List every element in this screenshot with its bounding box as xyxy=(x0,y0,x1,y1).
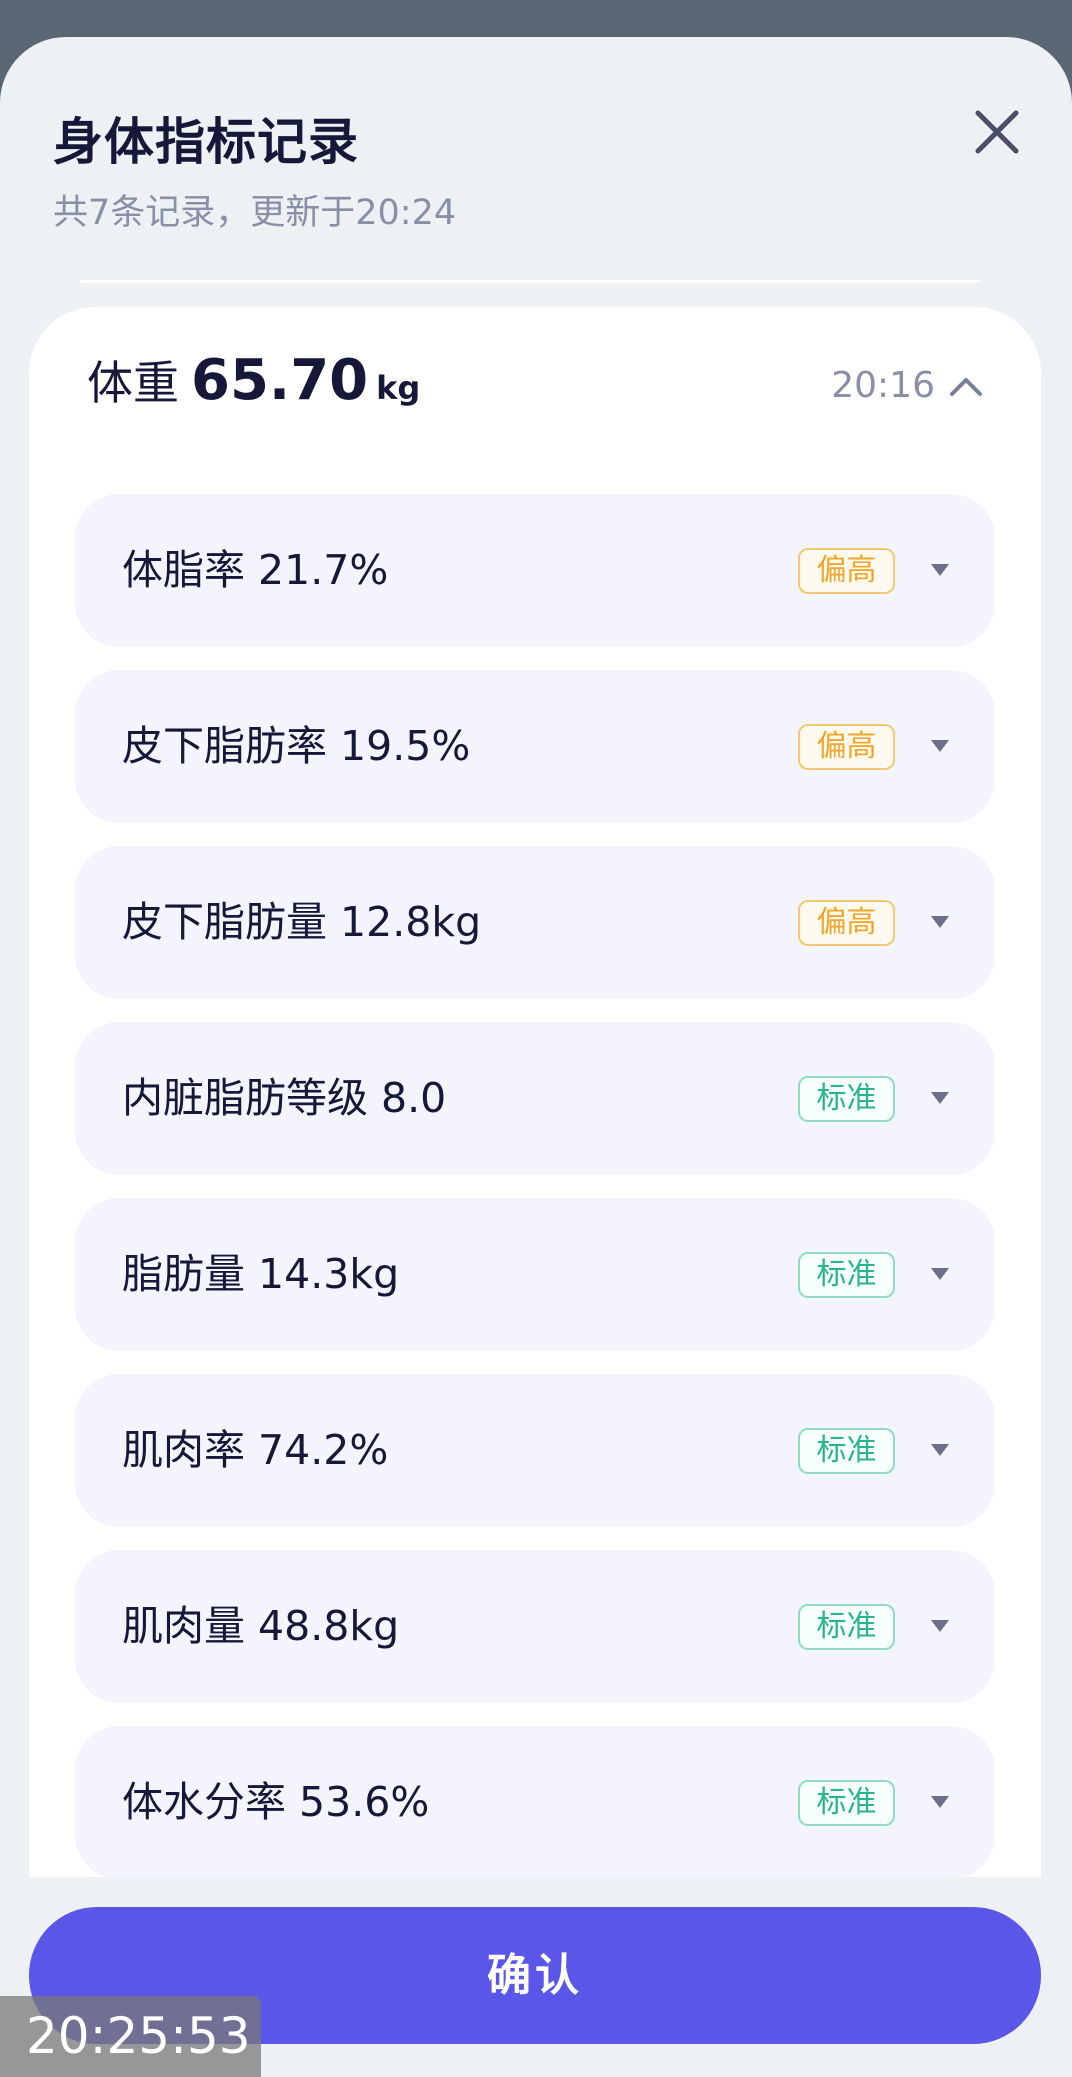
caret-down-icon xyxy=(931,1620,949,1632)
metric-label: 体水分率 53.6% xyxy=(122,1778,430,1826)
status-badge: 标准 xyxy=(798,1780,895,1826)
metric-row[interactable]: 皮下脂肪率 19.5% 偏高 xyxy=(75,670,995,823)
weight-summary: 体重 65.70 kg xyxy=(87,347,420,417)
record-time-toggle[interactable]: 20:16 xyxy=(831,365,983,406)
status-badge: 标准 xyxy=(798,1252,895,1298)
caret-down-icon xyxy=(931,916,949,928)
status-badge: 偏高 xyxy=(798,724,895,770)
weight-label: 体重 xyxy=(87,356,179,410)
status-badge: 偏高 xyxy=(798,548,895,594)
metric-label: 体脂率 21.7% xyxy=(122,546,389,594)
status-badge: 标准 xyxy=(798,1604,895,1650)
caret-down-icon xyxy=(931,1444,949,1456)
status-badge: 偏高 xyxy=(798,900,895,946)
caret-down-icon xyxy=(931,564,949,576)
metric-label: 肌肉量 48.8kg xyxy=(122,1602,400,1650)
weight-unit: kg xyxy=(376,369,421,407)
metric-label: 皮下脂肪率 19.5% xyxy=(122,722,471,770)
record-card: 体重 65.70 kg 20:16 体脂率 21.7% 偏高 皮下脂肪率 19.5%… xyxy=(29,307,1041,1877)
caret-down-icon xyxy=(931,1268,949,1280)
chevron-up-icon xyxy=(950,377,982,396)
metric-row[interactable]: 肌肉量 48.8kg 标准 xyxy=(75,1550,995,1703)
metric-label: 皮下脂肪量 12.8kg xyxy=(122,898,482,946)
bottom-sheet: 身体指标记录 共7条记录，更新于20:24 体重 65.70 kg 20:16 … xyxy=(0,37,1072,2077)
divider xyxy=(80,280,980,283)
sheet-subtitle: 共7条记录，更新于20:24 xyxy=(53,193,457,233)
metric-label: 内脏脂肪等级 8.0 xyxy=(122,1074,447,1122)
sheet-title: 身体指标记录 xyxy=(53,113,359,171)
metric-row[interactable]: 肌肉率 74.2% 标准 xyxy=(75,1374,995,1527)
status-badge: 标准 xyxy=(798,1076,895,1122)
metric-row[interactable]: 体水分率 53.6% 标准 xyxy=(75,1726,995,1877)
metric-row[interactable]: 皮下脂肪量 12.8kg 偏高 xyxy=(75,846,995,999)
clock-overlay: 20:25:53 xyxy=(0,1996,261,2077)
record-time: 20:16 xyxy=(831,365,935,406)
metric-row[interactable]: 脂肪量 14.3kg 标准 xyxy=(75,1198,995,1351)
caret-down-icon xyxy=(931,1092,949,1104)
metric-label: 脂肪量 14.3kg xyxy=(122,1250,400,1298)
metric-row[interactable]: 内脏脂肪等级 8.0 标准 xyxy=(75,1022,995,1175)
metric-row[interactable]: 体脂率 21.7% 偏高 xyxy=(75,494,995,647)
caret-down-icon xyxy=(931,740,949,752)
caret-down-icon xyxy=(931,1796,949,1808)
weight-value: 65.70 xyxy=(191,348,369,413)
close-button[interactable] xyxy=(966,101,1028,163)
status-badge: 标准 xyxy=(798,1428,895,1474)
close-icon xyxy=(975,110,1019,154)
metric-label: 肌肉率 74.2% xyxy=(122,1426,389,1474)
metric-list: 体脂率 21.7% 偏高 皮下脂肪率 19.5% 偏高 皮下脂肪量 12.8kg 偏高 内脏… xyxy=(75,494,995,1877)
